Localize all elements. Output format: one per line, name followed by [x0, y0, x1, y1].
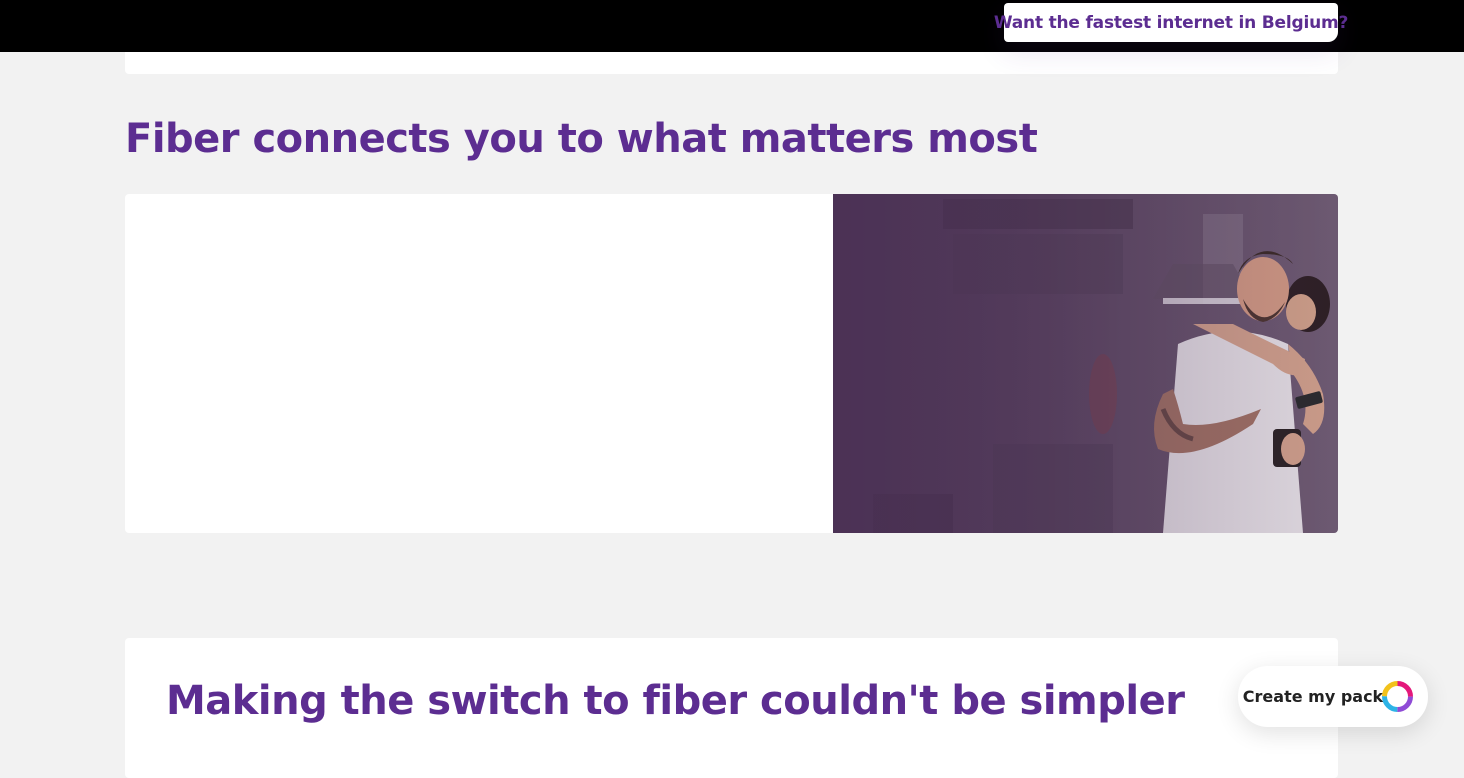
switch-card: Making the switch to fiber couldn't be s… [125, 638, 1338, 778]
multicolor-ring-icon [1381, 680, 1414, 713]
couple-photo-illustration [833, 194, 1338, 533]
switch-section-title: Making the switch to fiber couldn't be s… [166, 678, 1185, 724]
couple-kitchen-image [833, 194, 1338, 533]
create-my-pack-label: Create my pack [1242, 687, 1384, 706]
create-my-pack-button[interactable]: Create my pack [1238, 666, 1428, 727]
fastest-internet-cta-button[interactable]: Want the fastest internet in Belgium? [994, 3, 1348, 42]
feature-card [125, 194, 1338, 533]
top-bar: Want the fastest internet in Belgium? [0, 0, 1464, 52]
section-title: Fiber connects you to what matters most [125, 116, 1038, 162]
feature-text-area [125, 194, 833, 533]
